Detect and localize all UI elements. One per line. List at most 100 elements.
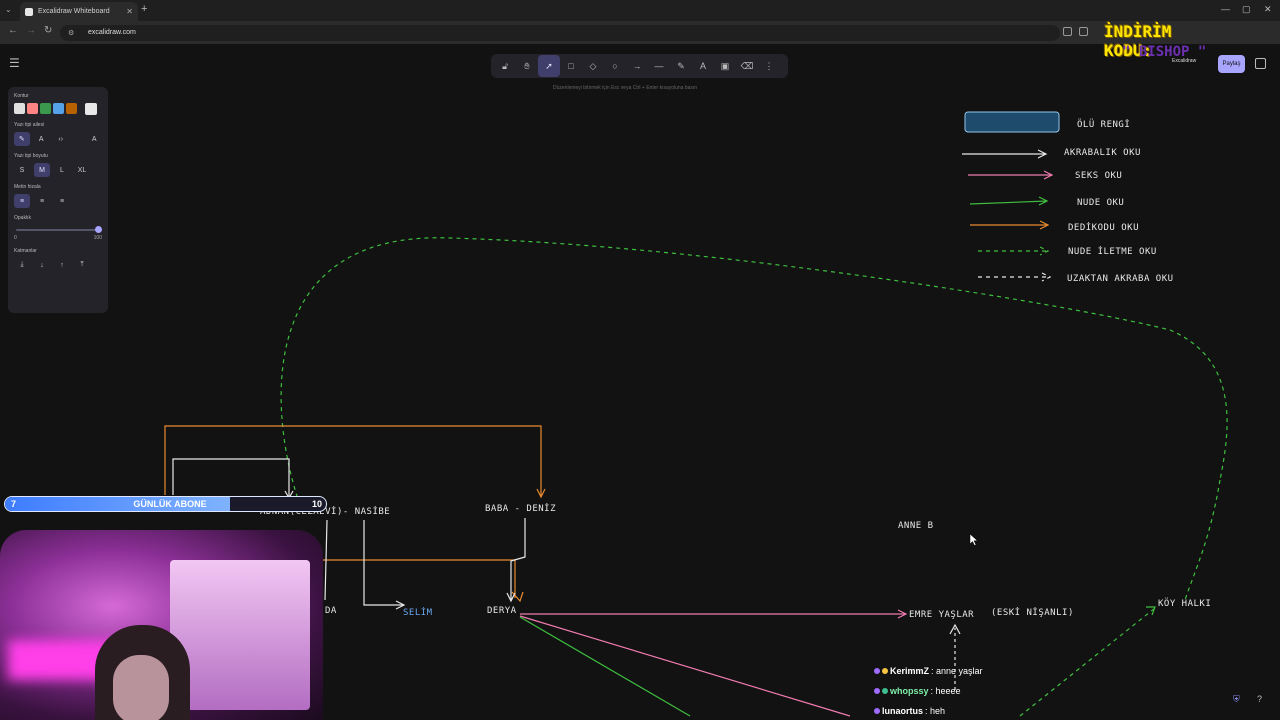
share-button[interactable]: Paylaş xyxy=(1218,55,1245,73)
legend-dead-label: ÖLÜ RENGİ xyxy=(1077,119,1130,130)
hand-drawn-font-icon[interactable]: ✎ xyxy=(14,132,30,146)
more-icon[interactable]: ⋮ xyxy=(758,55,780,77)
stroke-swatches xyxy=(14,103,102,115)
ellipse-icon[interactable]: ○ xyxy=(604,55,626,77)
send-to-back-icon[interactable]: ⤓ xyxy=(14,258,30,272)
legend-sex-arrow xyxy=(968,170,1054,180)
nude-forward-arrow-koy xyxy=(1184,479,1221,601)
bring-to-front-icon[interactable]: ⤒ xyxy=(74,258,90,272)
promo-overlay: İNDİRİM KODU: " BISHOP " xyxy=(1100,22,1220,62)
chat-message: whopssy : heeee xyxy=(874,681,1054,701)
text-icon[interactable]: A xyxy=(692,55,714,77)
chat-user: KerimmZ xyxy=(890,666,930,676)
chat-user: whopssy xyxy=(890,686,929,696)
align-left-icon[interactable]: ≡ xyxy=(14,194,30,208)
promo-badge: Excalidraw xyxy=(1172,58,1197,64)
node-da: DA xyxy=(325,606,337,616)
kinship-arrow-derya xyxy=(510,518,526,600)
rectangle-icon[interactable]: □ xyxy=(560,55,582,77)
normal-font-icon[interactable]: A xyxy=(34,132,50,146)
help-icon[interactable]: ? xyxy=(1257,694,1262,704)
node-eski-nisanli: (ESKİ NİŞANLI) xyxy=(991,607,1074,618)
chat-message: KerimmZ : anne yaşlar xyxy=(874,661,1054,681)
opacity-min: 0 xyxy=(14,235,17,241)
goal-title: GÜNLÜK ABONE xyxy=(133,499,207,509)
chat-text: : anne yaşlar xyxy=(931,666,983,676)
chat-badge-icon xyxy=(874,668,880,674)
font-size-xl[interactable]: XL xyxy=(74,163,90,177)
opacity-knob[interactable] xyxy=(95,226,102,233)
font-size-s[interactable]: S xyxy=(14,163,30,177)
goal-target: 10 xyxy=(311,499,322,509)
font-size-options: S M L XL xyxy=(14,163,102,177)
stroke-swatch-green[interactable] xyxy=(40,103,51,114)
webcam-shelf xyxy=(170,560,310,710)
stroke-swatch-blue[interactable] xyxy=(53,103,64,114)
legend-nude-label: NUDE OKU xyxy=(1077,198,1124,208)
chat-badge-icon xyxy=(874,688,880,694)
node-baba-deniz: BABA - DENİZ xyxy=(485,503,556,514)
bring-forward-icon[interactable]: ↑ xyxy=(54,258,70,272)
font-size-l[interactable]: L xyxy=(54,163,70,177)
shape-toolbar: 🔓︎ ✋︎ ➚ □ ◇ ○ → — ✎ A ▣ ⌫ ⋮ xyxy=(491,54,788,78)
pencil-icon[interactable]: ✎ xyxy=(670,55,692,77)
streamer-face xyxy=(113,655,169,720)
chat-badge-icon xyxy=(874,708,880,714)
chat-overlay: KerimmZ : anne yaşlar whopssy : heeee lu… xyxy=(874,661,1054,720)
chat-badge-icon xyxy=(882,688,888,694)
opacity-label: Opaklık xyxy=(14,215,31,221)
text-align-label: Metin hizala xyxy=(14,184,41,190)
sex-arrow-derya-down xyxy=(519,615,851,717)
library-icon[interactable] xyxy=(1255,58,1266,69)
chat-text: : heh xyxy=(925,706,946,716)
align-center-icon[interactable]: ≡ xyxy=(34,194,50,208)
chat-user: lunaortus xyxy=(882,706,924,716)
main-menu-icon[interactable]: ☰ xyxy=(9,56,20,70)
image-icon[interactable]: ▣ xyxy=(714,55,736,77)
opacity-range: 0 100 xyxy=(14,235,102,241)
hand-icon[interactable]: ✋︎ xyxy=(516,55,538,77)
chat-message: lunaortus : heh xyxy=(874,701,1054,720)
shield-icon[interactable]: ⛨ xyxy=(1233,694,1240,705)
eraser-icon[interactable]: ⌫ xyxy=(736,55,758,77)
gossip-arrow-frame xyxy=(164,425,542,497)
text-align-options: ≡ ≡ ≡ xyxy=(14,194,102,208)
font-size-m[interactable]: M xyxy=(34,163,50,177)
legend-kinship-label: AKRABALIK OKU xyxy=(1064,148,1141,158)
legend-distant-kin-label: UZAKTAN AKRABA OKU xyxy=(1067,274,1174,284)
code-font-icon[interactable]: ‹› xyxy=(53,132,69,146)
kinship-arrow-box xyxy=(172,458,290,498)
stroke-swatch-selected[interactable] xyxy=(85,103,97,115)
opacity-max: 100 xyxy=(93,235,102,241)
send-backward-icon[interactable]: ↓ xyxy=(34,258,50,272)
legend-gossip-arrow xyxy=(970,220,1050,230)
editing-hint: Düzenlemeyi bitirmek için Esc veya Ctrl … xyxy=(553,85,698,91)
stroke-swatch-orange[interactable] xyxy=(66,103,77,114)
kinship-arrow-selim xyxy=(363,520,403,606)
opacity-slider[interactable] xyxy=(14,225,102,235)
stroke-swatch-white[interactable] xyxy=(14,103,25,114)
font-picker-icon[interactable]: A xyxy=(87,132,103,146)
legend-kinship-arrow xyxy=(962,149,1048,159)
font-family-label: Yazı tipi ailesi xyxy=(14,122,45,128)
node-selim: SELİM xyxy=(403,607,433,618)
webcam-feed xyxy=(0,530,323,720)
arrow-icon[interactable]: → xyxy=(626,55,648,77)
select-icon[interactable]: ➚ xyxy=(538,55,560,77)
lock-icon[interactable]: 🔓︎ xyxy=(494,55,516,77)
layer-buttons: ⤓ ↓ ↑ ⤒ xyxy=(14,258,102,272)
diamond-icon[interactable]: ◇ xyxy=(582,55,604,77)
font-family-options: ✎ A ‹› A xyxy=(14,132,102,146)
legend-sex-label: SEKS OKU xyxy=(1075,171,1122,181)
node-koy-halki: KÖY HALKI xyxy=(1158,598,1211,609)
legend-distant-kin-arrow xyxy=(978,272,1052,282)
line-icon[interactable]: — xyxy=(648,55,670,77)
gossip-arrow-lower xyxy=(323,559,516,598)
dead-color-swatch xyxy=(964,111,1060,133)
align-right-icon[interactable]: ≡ xyxy=(54,194,70,208)
legend-nude-forward-label: NUDE İLETME OKU xyxy=(1068,246,1157,257)
legend-nude-arrow xyxy=(969,196,1049,206)
stroke-swatch-red[interactable] xyxy=(27,103,38,114)
chat-text: : heeee xyxy=(930,686,961,696)
node-anne-b-editing[interactable]: ANNE B xyxy=(898,521,934,531)
